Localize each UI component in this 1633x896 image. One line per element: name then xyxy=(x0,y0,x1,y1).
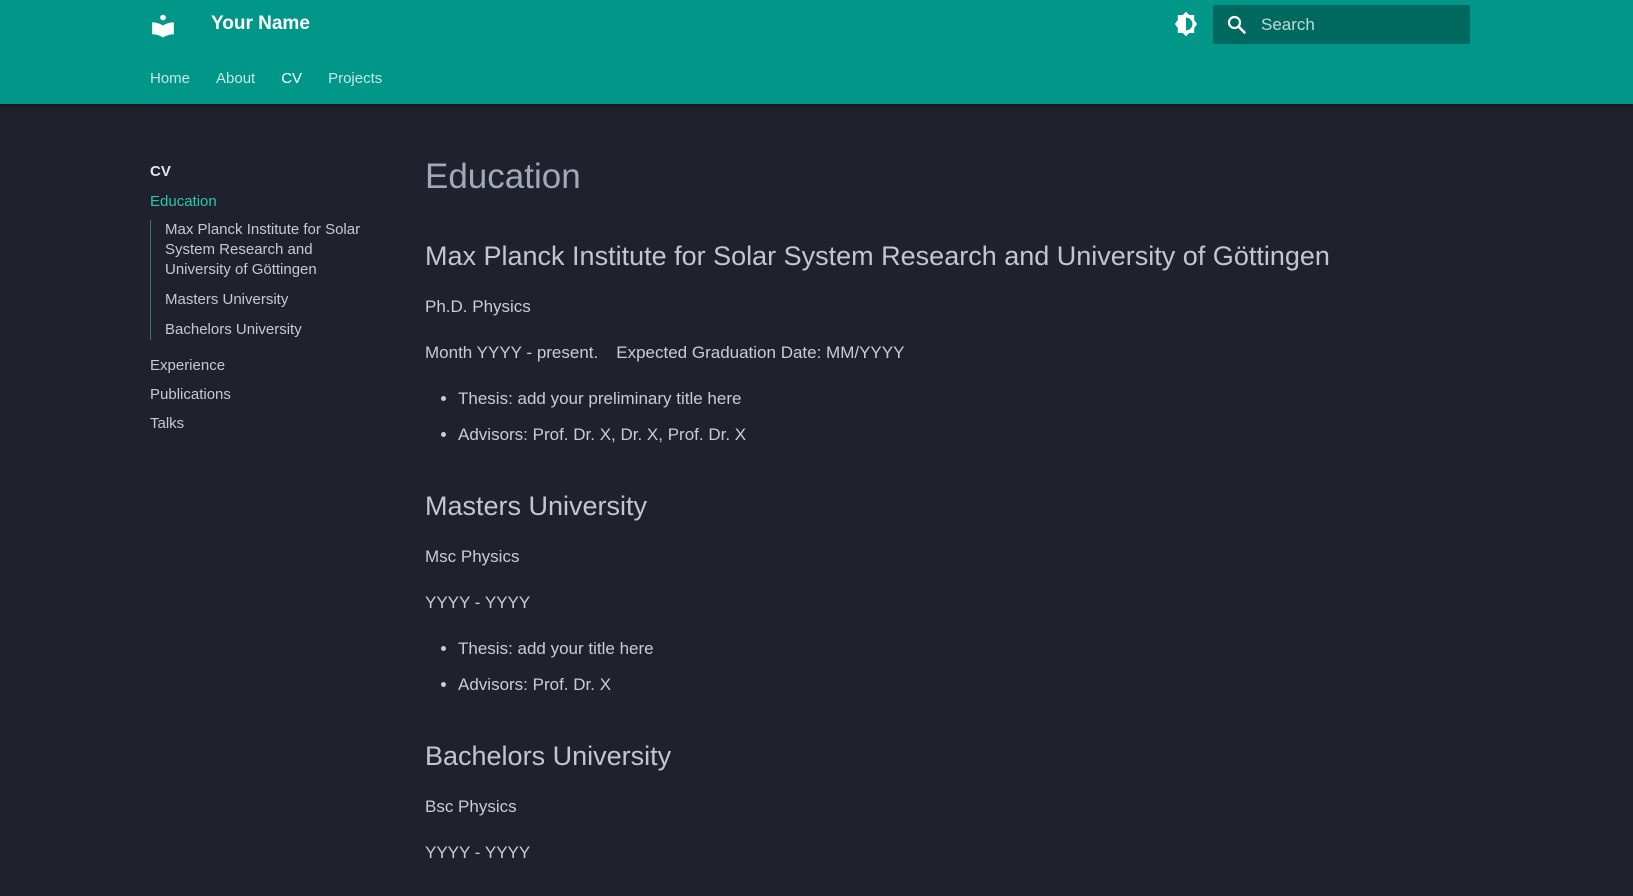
brightness-icon[interactable] xyxy=(1172,10,1200,38)
table-of-contents: Max Planck Institute for Solar System Re… xyxy=(150,220,375,340)
section-title: Masters University xyxy=(425,491,648,521)
site-header: Your Name Search Home About CV Projects xyxy=(0,0,1633,104)
section-title: Max Planck Institute for Solar System Re… xyxy=(425,241,1330,271)
search-input[interactable]: Search xyxy=(1261,15,1315,35)
education-section-bachelors: Bachelors University Bsc Physics YYYY - … xyxy=(425,739,1475,865)
tab-about[interactable]: About xyxy=(216,68,255,90)
search-box[interactable]: Search xyxy=(1213,5,1470,44)
tab-projects[interactable]: Projects xyxy=(328,68,382,90)
main-content: Education Max Planck Institute for Solar… xyxy=(425,155,1475,887)
education-section-masters: Masters University Msc Physics YYYY - YY… xyxy=(425,489,1475,697)
sidebar-title: CV xyxy=(150,163,171,180)
list-item: Thesis: add your preliminary title here xyxy=(458,387,1475,411)
tab-home[interactable]: Home xyxy=(150,68,190,90)
degree-text: Msc Physics xyxy=(425,547,520,566)
dates-text: YYYY - YYYY xyxy=(425,593,531,612)
date-range: Month YYYY - present. xyxy=(425,343,599,362)
toc-item-masters[interactable]: Masters University xyxy=(165,290,375,310)
site-title[interactable]: Your Name xyxy=(211,12,310,36)
list-item: Thesis: add your title here xyxy=(458,637,1475,661)
degree-text: Bsc Physics xyxy=(425,797,517,816)
sidebar-item-talks[interactable]: Talks xyxy=(150,414,375,434)
list-item: Advisors: Prof. Dr. X, Dr. X, Prof. Dr. … xyxy=(458,423,1475,447)
top-tabs: Home About CV Projects xyxy=(150,68,382,90)
section-title: Bachelors University xyxy=(425,741,672,771)
toc-item-max-planck[interactable]: Max Planck Institute for Solar System Re… xyxy=(165,220,375,280)
tab-cv[interactable]: CV xyxy=(281,68,302,90)
dates-text: YYYY - YYYY xyxy=(425,843,531,862)
degree-text: Ph.D. Physics xyxy=(425,297,531,316)
sidebar-item-experience[interactable]: Experience xyxy=(150,356,375,376)
list-item: Advisors: Prof. Dr. X xyxy=(458,673,1475,697)
toc-item-bachelors[interactable]: Bachelors University xyxy=(165,320,375,340)
education-section-phd: Max Planck Institute for Solar System Re… xyxy=(425,239,1475,447)
page-title: Education xyxy=(425,157,581,196)
search-icon xyxy=(1227,15,1246,34)
details-list: Thesis: add your preliminary title here … xyxy=(425,387,1475,447)
expected-graduation: Expected Graduation Date: MM/YYYY xyxy=(616,343,905,362)
book-icon[interactable] xyxy=(150,12,176,38)
sidebar-nav: CV Education Max Planck Institute for So… xyxy=(150,162,375,443)
dates-text: Month YYYY - present. Expected Graduation… xyxy=(425,341,1475,365)
details-list: Thesis: add your title here Advisors: Pr… xyxy=(425,637,1475,697)
sidebar-item-publications[interactable]: Publications xyxy=(150,385,375,405)
sidebar-item-education[interactable]: Education xyxy=(150,192,375,212)
